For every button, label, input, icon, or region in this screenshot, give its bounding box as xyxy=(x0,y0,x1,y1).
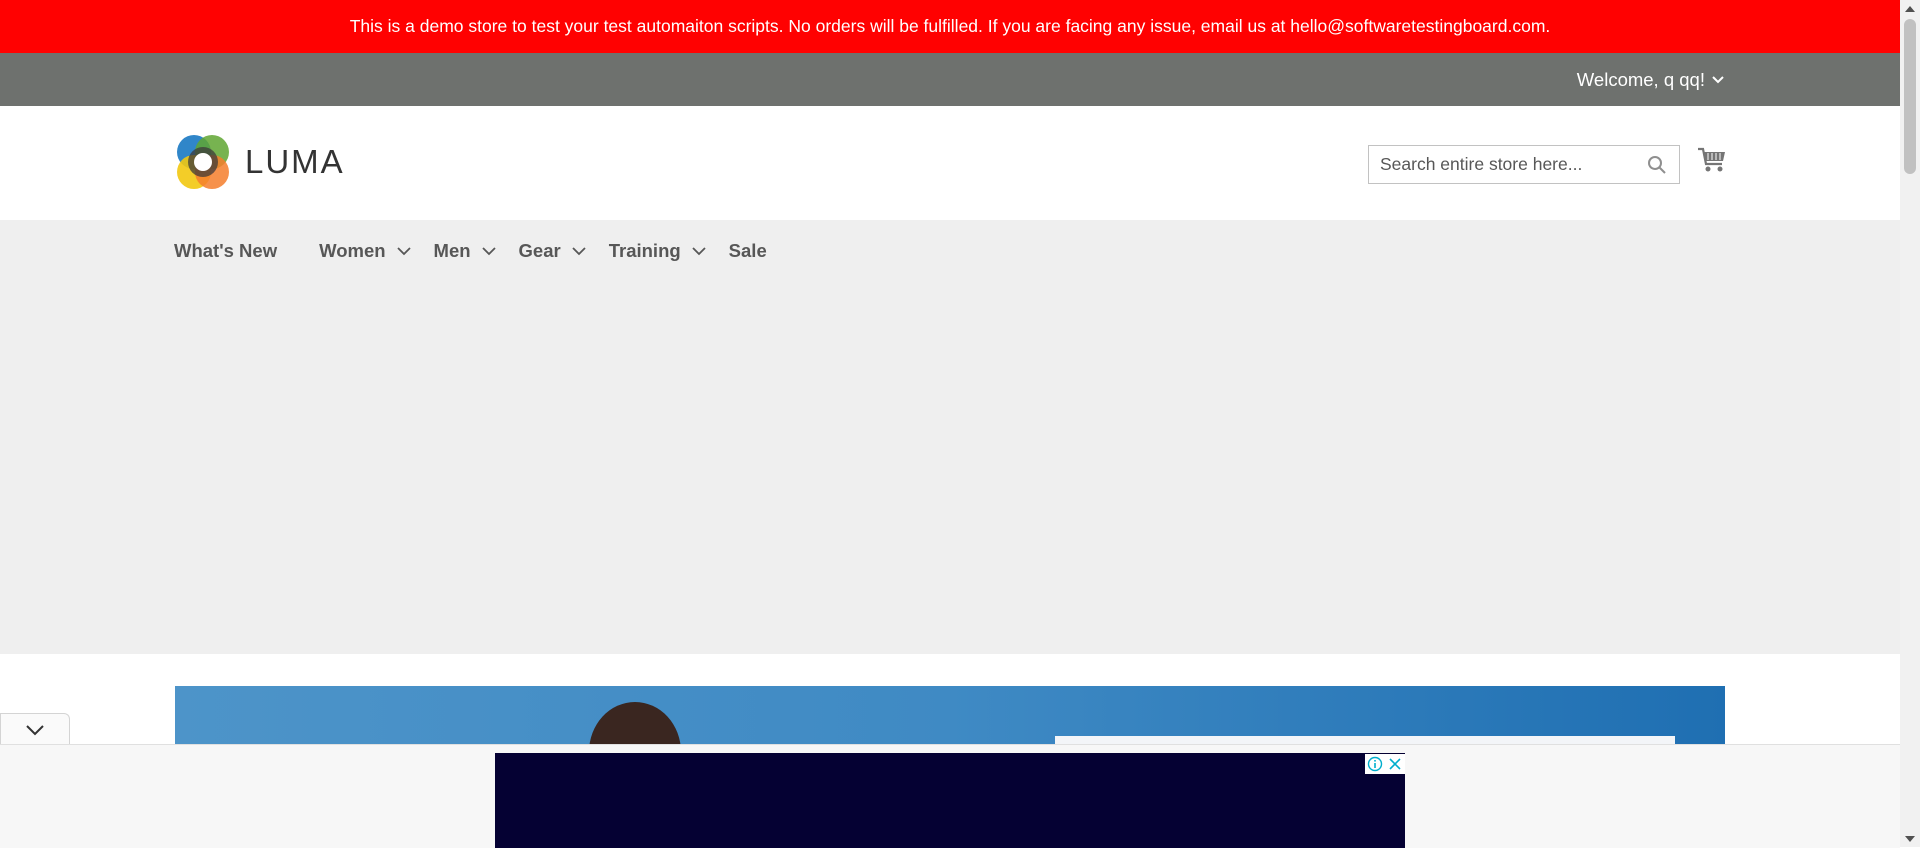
hero-banner[interactable] xyxy=(175,686,1725,746)
luma-logo-icon xyxy=(177,135,229,189)
chevron-down-icon xyxy=(396,247,411,256)
nav-item-women[interactable]: Women xyxy=(319,220,411,282)
nav-item-label: What's New xyxy=(174,240,278,261)
header-panel: Welcome, q qq! xyxy=(0,53,1900,106)
search-input[interactable] xyxy=(1369,146,1650,183)
ad-close-button[interactable] xyxy=(1385,754,1405,774)
search-box xyxy=(1368,145,1680,184)
hero-model-image xyxy=(589,702,681,746)
nav-item-sale[interactable]: Sale xyxy=(729,220,767,282)
nav-item-label: Training xyxy=(608,240,681,261)
info-icon xyxy=(1367,756,1383,772)
nav-item-label: Gear xyxy=(518,240,561,261)
nav-item-label: Men xyxy=(433,240,471,261)
ad-creative[interactable] xyxy=(495,753,1405,848)
logo-text: LUMA xyxy=(245,143,345,180)
chevron-down-icon xyxy=(26,724,44,735)
ad-collapse-button[interactable] xyxy=(0,713,70,745)
store-logo[interactable]: LUMA xyxy=(175,133,345,191)
ad-info-button[interactable] xyxy=(1365,754,1385,774)
nav-item-label: Women xyxy=(319,240,386,261)
scroll-up-icon xyxy=(1905,5,1915,12)
cart-icon[interactable] xyxy=(1697,146,1727,174)
scroll-down-icon xyxy=(1905,835,1915,842)
chevron-down-icon xyxy=(572,247,586,256)
scrollbar-thumb[interactable] xyxy=(1904,19,1916,174)
scroll-up-button[interactable] xyxy=(1900,0,1920,17)
customer-welcome-menu[interactable]: Welcome, q qq! xyxy=(1577,53,1725,106)
close-icon xyxy=(1389,758,1401,770)
main-navigation: What's New Women Men Gear Training Sale xyxy=(0,220,1900,654)
ad-bar xyxy=(0,744,1900,848)
search-icon[interactable] xyxy=(1647,155,1667,175)
nav-item-gear[interactable]: Gear xyxy=(519,220,587,282)
nav-item-training[interactable]: Training xyxy=(609,220,707,282)
chevron-down-icon xyxy=(692,247,706,256)
site-header: LUMA xyxy=(0,106,1900,220)
nav-item-men[interactable]: Men xyxy=(434,220,497,282)
scroll-down-button[interactable] xyxy=(1900,830,1920,847)
welcome-text: Welcome, q qq! xyxy=(1576,68,1705,90)
demo-notice-text: This is a demo store to test your test a… xyxy=(349,16,1551,36)
chevron-down-icon xyxy=(481,247,496,256)
ad-controls xyxy=(1365,754,1405,774)
chevron-down-icon xyxy=(1712,75,1724,83)
page-scrollbar[interactable] xyxy=(1900,0,1920,847)
demo-notice-bar: This is a demo store to test your test a… xyxy=(0,0,1900,53)
nav-item-label: Sale xyxy=(728,240,767,261)
nav-item-whats-new[interactable]: What's New xyxy=(174,220,277,282)
